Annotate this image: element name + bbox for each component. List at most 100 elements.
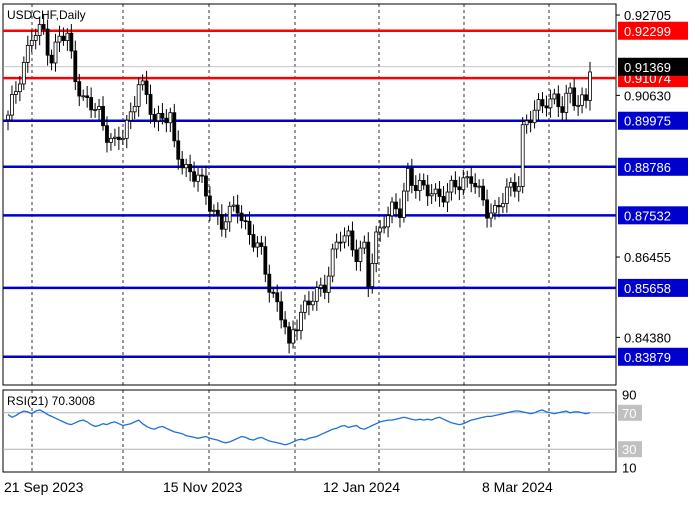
candle-body <box>398 208 402 218</box>
candle-body <box>132 105 137 113</box>
candle-body <box>409 168 414 186</box>
candle-body <box>548 98 553 109</box>
candle-body <box>489 212 493 219</box>
candle-body <box>500 203 505 208</box>
candle-body <box>473 182 478 188</box>
candle-body <box>77 81 82 97</box>
main-plot-frame <box>2 3 617 386</box>
candle-body <box>204 175 208 197</box>
candle-body <box>540 99 545 107</box>
candle-body <box>354 249 359 262</box>
candle-body <box>120 137 125 141</box>
candle-body <box>370 263 375 287</box>
candle-body <box>219 214 224 230</box>
level-label-6: 0.83879 <box>624 350 671 365</box>
candle-body <box>89 97 94 111</box>
candle-body <box>176 140 181 160</box>
candle-body <box>580 94 584 106</box>
y-tick-label-3: 0.84380 <box>624 330 671 345</box>
y-tick-label-0: 0.92705 <box>624 8 671 23</box>
candle-body <box>112 136 117 139</box>
candle-body <box>172 112 177 142</box>
candle-body <box>227 205 232 223</box>
candle-body <box>390 201 394 217</box>
candle-body <box>21 62 26 85</box>
candle-body <box>283 319 288 328</box>
candle-body <box>279 301 284 321</box>
candle-body <box>477 185 482 188</box>
candle-body <box>247 220 252 235</box>
candle-body <box>485 199 489 219</box>
candle-body <box>65 32 70 41</box>
level-label-3: 0.88786 <box>624 160 671 175</box>
rsi-tick-label-0: 90 <box>622 388 636 403</box>
candle-body <box>287 326 292 344</box>
level-label-2: 0.89975 <box>624 114 671 129</box>
candle-body <box>57 35 62 43</box>
candle-body <box>532 109 537 124</box>
candle-body <box>306 300 311 306</box>
candle-body <box>449 179 454 193</box>
candle-body <box>164 117 169 124</box>
candle-body <box>493 204 497 214</box>
candle-body <box>160 113 165 119</box>
candle-body <box>350 230 355 251</box>
candle-body <box>136 84 141 107</box>
x-tick-label-0: 21 Sep 2023 <box>4 479 84 495</box>
rsi-tick-label-1: 70 <box>622 406 636 421</box>
candle-body <box>192 171 196 182</box>
candle-body <box>413 185 418 192</box>
candle-body <box>85 95 90 98</box>
main-chart-title: USDCHF,Daily <box>7 8 86 22</box>
candle-body <box>584 94 588 101</box>
candle-body <box>17 83 22 93</box>
candle-body <box>318 284 323 289</box>
candle-body <box>10 94 14 116</box>
candle-body <box>275 292 280 303</box>
candle-body <box>97 106 101 110</box>
candle-body <box>461 177 466 191</box>
candle-body <box>326 275 331 293</box>
candle-body <box>208 195 212 212</box>
candle-body <box>524 120 529 126</box>
candle-body <box>378 227 383 233</box>
candle-body <box>69 32 74 52</box>
x-tick-label-1: 15 Nov 2023 <box>163 479 243 495</box>
candle-body <box>453 179 458 188</box>
candle-body <box>564 92 569 113</box>
candle-body <box>144 80 149 95</box>
candle-body <box>544 105 549 109</box>
candle-body <box>536 99 541 111</box>
candle-body <box>49 54 54 64</box>
candle-body <box>334 241 339 250</box>
candle-body <box>93 109 98 111</box>
chart-root: 0.92299 0.91074 0.89975 0.88786 0.87532 0.856… <box>0 0 700 500</box>
candle-body <box>33 35 38 41</box>
candle-body <box>386 215 390 228</box>
candle-body <box>516 186 521 192</box>
candle-body <box>497 204 501 208</box>
candle-body <box>81 95 86 98</box>
candle-body <box>109 137 113 143</box>
rsi-chart-title: RSI(21) 70.3008 <box>7 394 95 408</box>
y-tick-label-1: 0.90630 <box>624 88 671 103</box>
level-label-5: 0.85658 <box>624 281 671 296</box>
candle-body <box>303 300 307 313</box>
y-tick-label-2: 0.86455 <box>624 250 671 265</box>
candle-body <box>437 188 442 197</box>
candle-body <box>417 180 422 192</box>
candle-body <box>6 114 10 121</box>
rsi-tick-label-3: 10 <box>622 460 636 475</box>
candle-body <box>223 221 228 230</box>
level-label-0: 0.92299 <box>624 24 671 39</box>
candle-body <box>425 184 430 197</box>
candle-body <box>552 93 557 100</box>
candle-body <box>508 182 513 188</box>
candle-body <box>259 242 264 248</box>
candle-body <box>255 242 260 248</box>
candle-body <box>53 41 58 64</box>
candle-body <box>243 220 248 223</box>
candle-body <box>37 24 42 36</box>
candle-body <box>105 125 109 143</box>
candle-body <box>457 186 462 191</box>
